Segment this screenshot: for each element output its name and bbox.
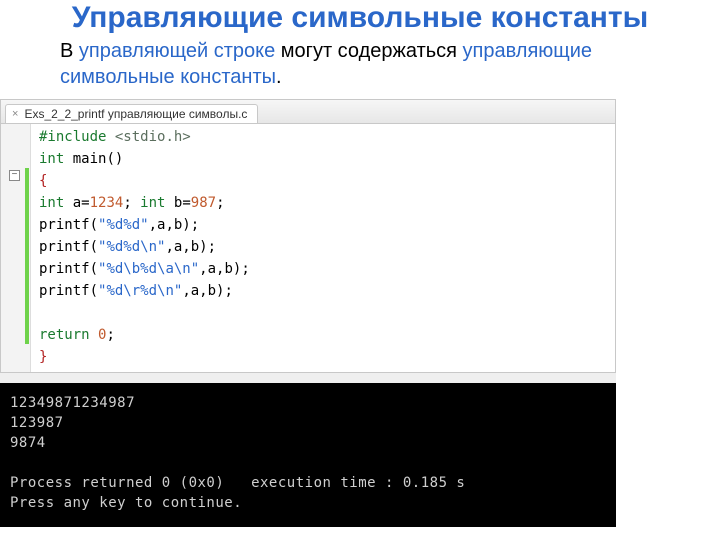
source-code[interactable]: #include <stdio.h> int main() { int a=12… bbox=[31, 124, 258, 372]
code-token: ,a,b); bbox=[149, 217, 200, 233]
code-token: int bbox=[132, 195, 166, 211]
console-output: 12349871234987 123987 9874 Process retur… bbox=[0, 373, 616, 527]
code-token: return bbox=[39, 327, 90, 343]
code-token: int bbox=[39, 151, 64, 167]
code-token: b= bbox=[165, 195, 190, 211]
code-token: printf( bbox=[39, 283, 98, 299]
console-text: 12349871234987 123987 9874 Process retur… bbox=[10, 393, 606, 513]
console-line: 12349871234987 bbox=[10, 395, 135, 411]
code-token: { bbox=[39, 173, 47, 189]
code-token: "%d\b%d\a\n" bbox=[98, 261, 199, 277]
code-token: "%d%d" bbox=[98, 217, 149, 233]
body-post: . bbox=[276, 66, 282, 88]
editor-tab-label: Exs_2_2_printf управляющие символы.c bbox=[24, 107, 247, 121]
code-token: "%d\r%d\n" bbox=[98, 283, 182, 299]
code-token: ; bbox=[106, 327, 114, 343]
code-token: } bbox=[39, 349, 47, 365]
console-line: 123987 bbox=[10, 415, 64, 431]
code-token: <stdio.h> bbox=[106, 129, 190, 145]
code-token: ; bbox=[123, 195, 131, 211]
code-token: "%d%d\n" bbox=[98, 239, 165, 255]
slide-body: В управляющей строке могут содержаться у… bbox=[0, 37, 720, 98]
editor-tabbar: × Exs_2_2_printf управляющие символы.c bbox=[1, 100, 615, 124]
code-token: ,a,b); bbox=[199, 261, 250, 277]
fold-icon[interactable]: − bbox=[9, 170, 20, 181]
console-status: Process returned 0 (0x0) execution time … bbox=[10, 475, 465, 491]
code-area: − #include <stdio.h> int main() { int a=… bbox=[1, 124, 615, 372]
code-token: printf( bbox=[39, 217, 98, 233]
code-token: main() bbox=[64, 151, 123, 167]
code-token: 1234 bbox=[90, 195, 124, 211]
code-token: ,a,b); bbox=[182, 283, 233, 299]
code-token: #include bbox=[39, 129, 106, 145]
code-token: int bbox=[39, 195, 64, 211]
close-icon[interactable]: × bbox=[12, 108, 18, 120]
change-indicator bbox=[25, 168, 29, 344]
code-token: a= bbox=[64, 195, 89, 211]
body-pre1: В bbox=[60, 40, 79, 62]
slide-title: Управляющие символьные константы bbox=[0, 0, 720, 37]
editor-tab[interactable]: × Exs_2_2_printf управляющие символы.c bbox=[5, 104, 258, 123]
code-token: ,a,b); bbox=[165, 239, 216, 255]
code-token bbox=[90, 327, 98, 343]
body-highlight-1: управляющей строке bbox=[79, 40, 275, 62]
code-token: 987 bbox=[191, 195, 216, 211]
body-pre2: могут содержаться bbox=[275, 40, 462, 62]
code-token: ; bbox=[216, 195, 224, 211]
code-token: printf( bbox=[39, 261, 98, 277]
console-line: 9874 bbox=[10, 435, 46, 451]
code-token: printf( bbox=[39, 239, 98, 255]
code-gutter: − bbox=[1, 124, 31, 372]
console-prompt: Press any key to continue. bbox=[10, 495, 242, 511]
code-editor-window: × Exs_2_2_printf управляющие символы.c −… bbox=[0, 99, 616, 373]
